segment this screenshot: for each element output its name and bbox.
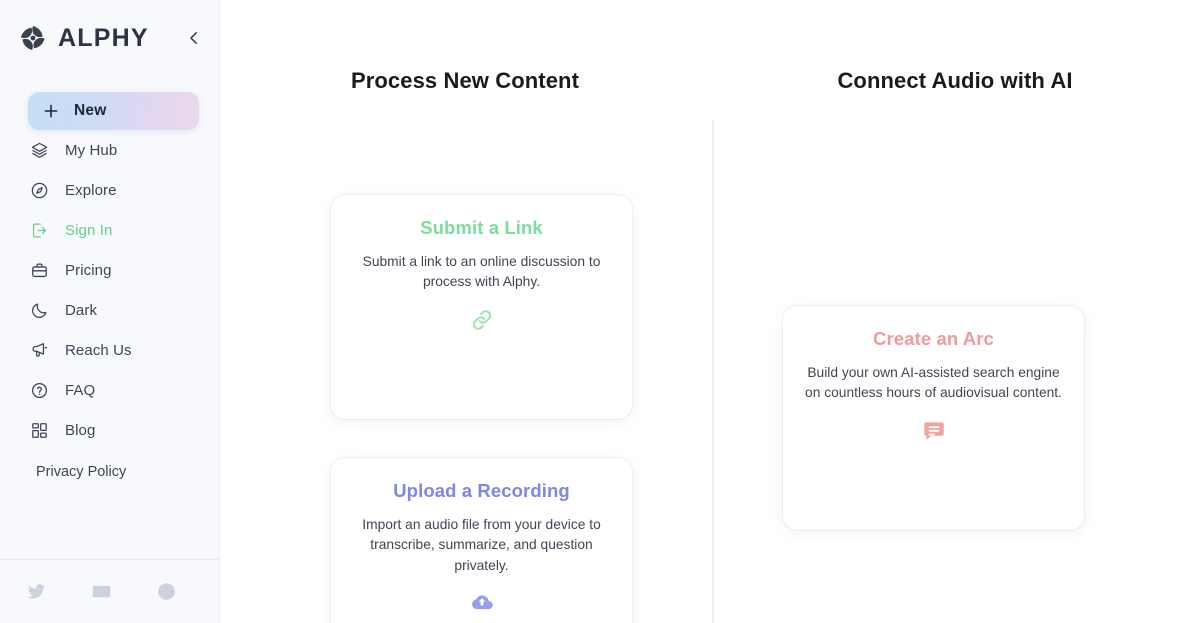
new-button[interactable]: New [28,92,199,130]
card-create-an-arc[interactable]: Create an Arc Build your own AI-assisted… [783,306,1084,530]
card-upload-a-recording[interactable]: Upload a Recording Import an audio file … [331,458,632,623]
sidebar-item-sign-in[interactable]: Sign In [0,210,219,250]
chat-bubble-icon [921,418,947,444]
layers-icon [30,141,49,160]
card-title: Create an Arc [873,328,994,349]
sidebar-item-my-hub[interactable]: My Hub [0,130,219,170]
sidebar: ALPHY New My Hub Explore Sign In Pricing… [0,0,220,623]
login-icon [30,221,49,240]
sidebar-item-label: My Hub [65,141,118,159]
moon-icon [30,301,49,320]
sidebar-item-label: Reach Us [65,341,132,359]
chevron-left-icon[interactable] [183,27,205,49]
left-column: Process New Content Submit a Link Submit… [220,0,710,623]
twitter-icon[interactable] [26,581,47,602]
sidebar-item-reach-us[interactable]: Reach Us [0,330,219,370]
sidebar-item-pricing[interactable]: Pricing [0,250,219,290]
social-links [0,560,219,623]
card-submit-a-link[interactable]: Submit a Link Submit a link to an online… [331,195,632,419]
compass-icon [30,181,49,200]
sidebar-item-label: Pricing [65,261,112,279]
grid-blocks-icon [30,421,49,440]
brand-name: ALPHY [58,23,149,52]
cloud-upload-icon [469,590,495,616]
plus-icon [42,102,60,120]
sidebar-item-label: FAQ [65,381,96,399]
right-column: Connect Audio with AI Create an Arc Buil… [710,0,1200,623]
link-icon [469,307,495,333]
app-root: ALPHY New My Hub Explore Sign In Pricing… [0,0,1200,623]
sidebar-nav: New My Hub Explore Sign In Pricing Dark … [0,76,219,623]
sidebar-item-label: Blog [65,421,96,439]
left-column-cards: Submit a Link Submit a link to an online… [331,195,632,623]
question-circle-icon [30,381,49,400]
card-description: Build your own AI-assisted search engine… [805,365,1062,401]
main-content: Process New Content Submit a Link Submit… [220,0,1200,623]
right-column-title: Connect Audio with AI [837,68,1073,93]
card-title: Submit a Link [420,217,543,238]
sidebar-item-faq[interactable]: FAQ [0,370,219,410]
sidebar-item-privacy-policy[interactable]: Privacy Policy [0,450,219,486]
discord-icon[interactable] [156,581,177,602]
left-column-title: Process New Content [350,68,580,93]
brand-row: ALPHY [0,0,219,76]
new-button-label: New [74,102,107,119]
sidebar-item-blog[interactable]: Blog [0,410,219,450]
briefcase-icon [30,261,49,280]
sidebar-item-label: Sign In [65,221,113,239]
card-description: Submit a link to an online discussion to… [362,254,601,290]
sidebar-item-label: Explore [65,181,117,199]
email-icon[interactable] [91,581,112,602]
spiral-logo-icon [18,23,48,53]
sidebar-item-dark[interactable]: Dark [0,290,219,330]
megaphone-icon [30,341,49,360]
right-column-cards: Create an Arc Build your own AI-assisted… [783,306,1084,530]
sidebar-item-explore[interactable]: Explore [0,170,219,210]
card-description: Import an audio file from your device to… [362,517,601,573]
sidebar-item-label: Dark [65,301,98,319]
card-title: Upload a Recording [393,480,570,501]
